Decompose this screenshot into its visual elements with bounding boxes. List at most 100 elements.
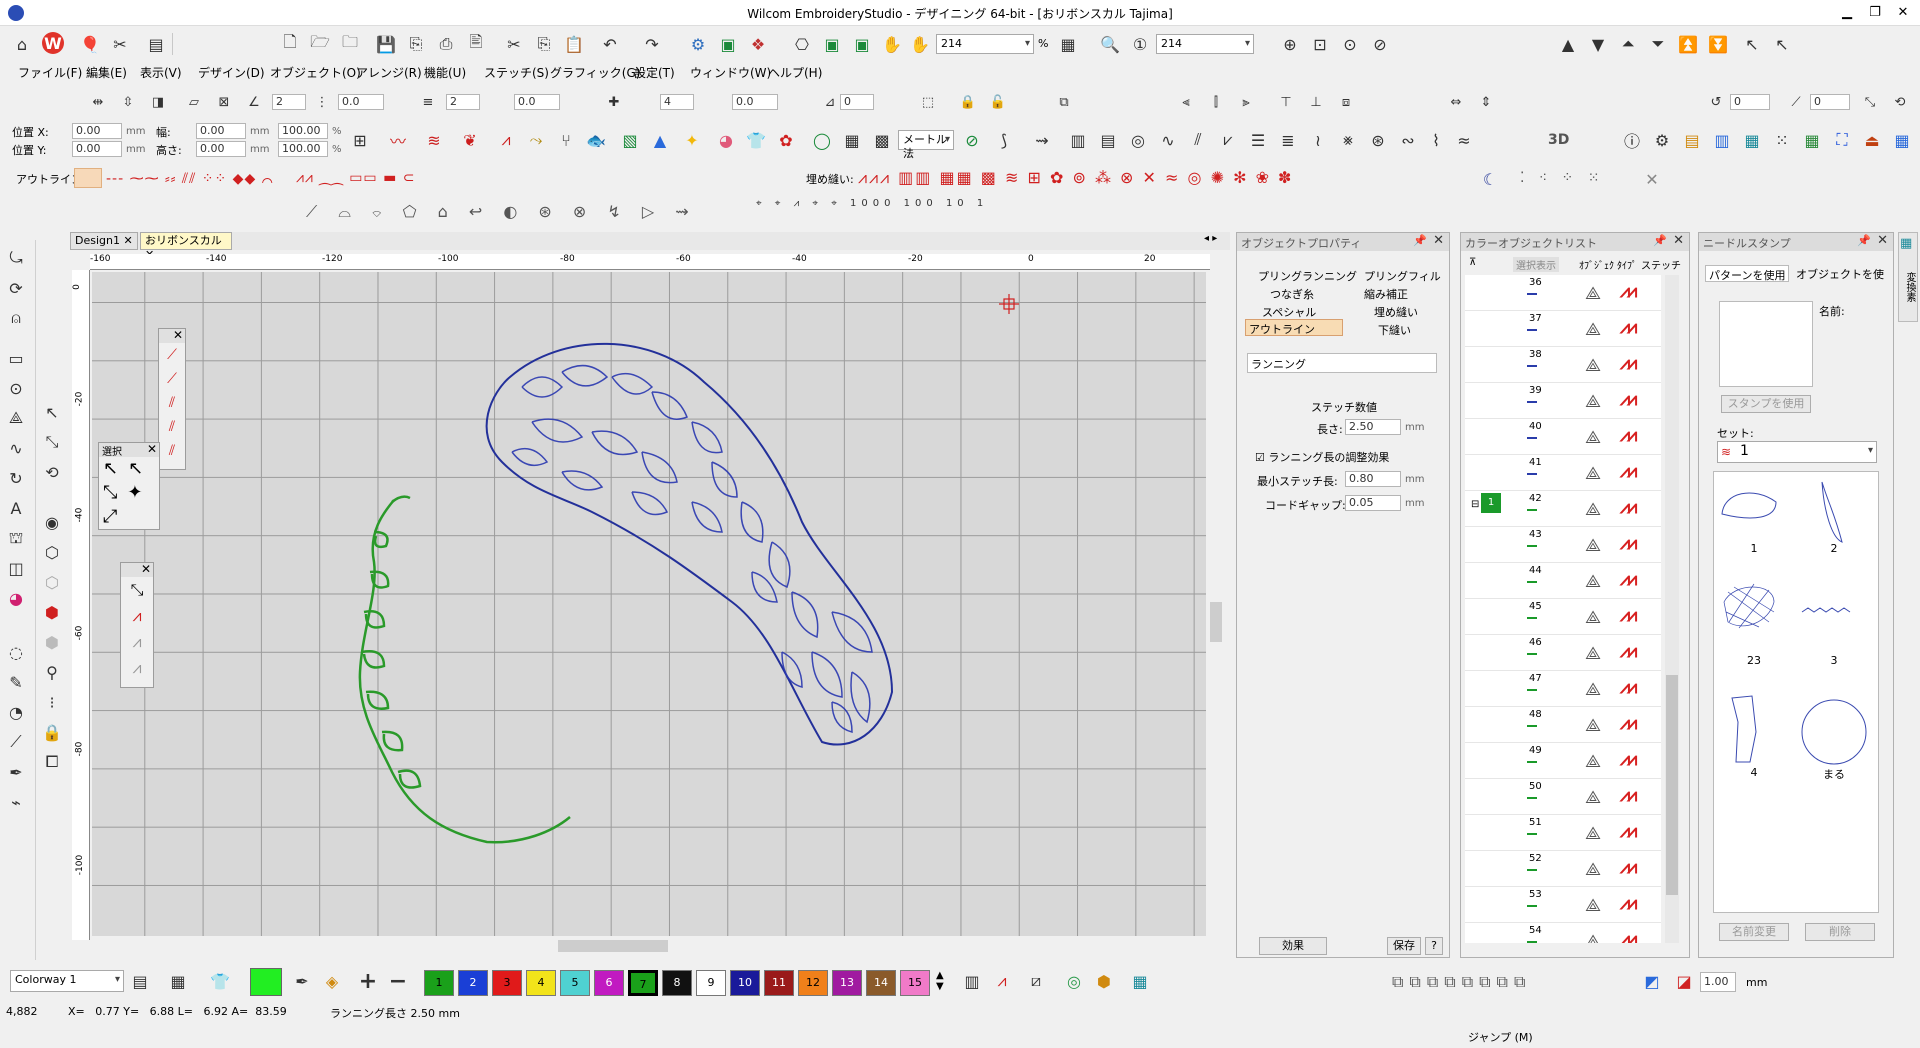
rotate-left-icon[interactable]: ◨ — [148, 92, 168, 112]
stamp-gallery[interactable]: 1 2 23 3 4 まる — [1713, 471, 1879, 913]
use-stamp-button[interactable]: スタンプを使用 — [1721, 395, 1811, 413]
open-recent-icon[interactable]: 🗀 — [338, 32, 362, 56]
print-preview-icon[interactable]: 🖹 — [464, 32, 488, 56]
yarn-icon[interactable]: ⟆ — [992, 128, 1016, 152]
applique-left-icon[interactable]: ◕ — [4, 586, 28, 610]
green-square-icon[interactable]: ▣ — [820, 32, 844, 56]
select-sequence-icon[interactable]: ↖ — [1770, 32, 1794, 56]
current-color-swatch[interactable] — [250, 968, 282, 996]
stitch-type-field[interactable]: ランニング — [1247, 353, 1437, 373]
align-icon[interactable]: ⬚ — [918, 92, 938, 112]
tab-fill[interactable]: 埋め縫い — [1371, 303, 1421, 320]
help-button[interactable]: ? — [1425, 937, 1443, 955]
crescent-icon[interactable]: ☾ — [1478, 167, 1502, 191]
colorway-select[interactable]: Colorway 1 — [10, 970, 124, 992]
menu-design[interactable]: デザイン(D) — [198, 64, 265, 81]
row-spacing-icon[interactable]: ≡ — [418, 92, 438, 112]
show-selected-button[interactable]: 選択表示 — [1513, 257, 1559, 272]
move-up-icon[interactable]: ▲ — [1556, 32, 1580, 56]
tab-travel[interactable]: つなぎ糸 — [1267, 285, 1317, 302]
color-swatch-8[interactable]: 8 — [662, 970, 692, 996]
menu-settings[interactable]: 設定(T) — [634, 64, 675, 81]
digitize-open-icon[interactable]: ⤿ — [4, 246, 28, 270]
zoom-combo-2[interactable]: 214 — [1156, 34, 1254, 54]
align-top-icon[interactable]: ⊤ — [1276, 92, 1296, 112]
pen2-icon[interactable]: ✒ — [4, 760, 28, 784]
angle-icon[interactable]: ∠ — [244, 92, 264, 112]
node-tools[interactable]: ⁚ ⁖ ⁘ ⁙ — [1520, 170, 1604, 186]
menu-view[interactable]: 表示(V) — [140, 64, 182, 81]
toolbar-value-7[interactable]: 0 — [840, 94, 874, 110]
stitch-list-icon[interactable]: ▥ — [960, 969, 984, 993]
tab-pull-running[interactable]: プリングランニング — [1255, 267, 1360, 284]
collapse-all-icon[interactable]: ⊼ — [1469, 257, 1476, 268]
color-swatch-14[interactable]: 14 — [866, 970, 896, 996]
toolbar-value-3[interactable]: 2 — [446, 94, 480, 110]
menu-graphic[interactable]: グラフィック(G) — [550, 64, 640, 81]
close-float-1[interactable]: ✕ — [173, 328, 183, 342]
transform-icon[interactable]: ⟲ — [40, 460, 64, 484]
unit-select[interactable]: メートル法 — [898, 130, 954, 160]
reshape-icon[interactable]: ⤡ — [1860, 92, 1880, 112]
wave-icon[interactable]: ∿ — [1156, 128, 1180, 152]
stitch-player-icon[interactable]: ▣ — [716, 32, 740, 56]
digitize-shape-icon[interactable]: ⍝ — [4, 306, 28, 330]
zigzag-icon[interactable]: ⩘ — [494, 128, 518, 152]
stitch-count-tools[interactable]: ⌖ ⌖ ⩘ ⌖ ⌖ 1000 100 10 1 — [756, 198, 988, 209]
length-field[interactable]: 2.50 — [1345, 419, 1401, 435]
home-icon[interactable]: ⌂ — [10, 32, 34, 56]
close-properties-button[interactable]: ✕ — [1433, 233, 1444, 248]
color-swatch-11[interactable]: 11 — [764, 970, 794, 996]
first-icon[interactable]: ⏫ — [1676, 32, 1700, 56]
cut-icon[interactable]: ✂ — [502, 32, 526, 56]
menu-edit[interactable]: 編集(E) — [86, 64, 127, 81]
reshape-tools[interactable]: ⟋ ⌓ ⌔ ⬠ ⌂ ↩ ◐ ⊛ ⊗ ↯ ▷ ⇝ — [306, 202, 697, 222]
tab-scroll-arrows[interactable]: ◂ ▸ — [1204, 233, 1217, 244]
wilcom-logo-icon[interactable]: W — [42, 32, 64, 54]
last-icon[interactable]: ⏬ — [1706, 32, 1730, 56]
scale-h-field[interactable]: 100.00 — [278, 141, 328, 157]
rename-button[interactable]: 名前変更 — [1719, 923, 1789, 941]
digitize-closed-icon[interactable]: ⟳ — [4, 276, 28, 300]
menu-help[interactable]: ヘルプ(H) — [768, 64, 822, 81]
wave4-icon[interactable]: ≈ — [1452, 128, 1476, 152]
save-icon[interactable]: 💾 — [374, 32, 398, 56]
skew-icon[interactable]: ▱ — [184, 92, 204, 112]
needle-icon[interactable]: ⇝ — [1030, 128, 1054, 152]
eyedropper-icon[interactable]: ✒ — [290, 969, 314, 993]
spool-icon[interactable]: ▦ — [1740, 128, 1764, 152]
hex-red-icon[interactable]: ⬢ — [40, 600, 64, 624]
zoom-icon[interactable]: 🔍 — [1098, 32, 1122, 56]
toolbar-value-1[interactable]: 2 — [272, 94, 306, 110]
lock-proportion-icon[interactable]: ⊞ — [348, 128, 372, 152]
lock-icon[interactable]: 🔒 — [958, 92, 978, 112]
scale-w-field[interactable]: 100.00 — [278, 123, 328, 139]
menu-file[interactable]: ファイル(F) — [18, 64, 82, 81]
delete-button[interactable]: 削除 — [1805, 923, 1875, 941]
close-float-2[interactable]: ✕ — [147, 442, 157, 456]
zigzag2-icon[interactable]: ⩗ — [1216, 128, 1240, 152]
dots-icon[interactable]: ⁝ — [40, 690, 64, 714]
grid2-icon[interactable]: ▩ — [870, 128, 894, 152]
people-icon[interactable]: ⛶ — [1830, 128, 1854, 152]
color-swatch-4[interactable]: 4 — [526, 970, 556, 996]
measure-icon[interactable]: ⊿ — [820, 92, 840, 112]
tools-icon[interactable]: ✂ — [108, 32, 132, 56]
grid-icon[interactable]: ▦ — [840, 128, 864, 152]
dots-grid-icon[interactable]: ⁙ — [1770, 128, 1794, 152]
zoom-factor-icon[interactable]: ▦ — [1056, 32, 1080, 56]
crossing-icon[interactable]: ⨳ — [1336, 128, 1360, 152]
mirror-h-icon[interactable]: ⇹ — [88, 92, 108, 112]
toolbar-value-6[interactable]: 0.0 — [732, 94, 778, 110]
table-icon[interactable]: ▦ — [1890, 128, 1914, 152]
open-file-icon[interactable]: 🗁 — [308, 32, 332, 56]
hex3-icon[interactable]: ⬢ — [40, 630, 64, 654]
cord-gap-field[interactable]: 0.05 — [1345, 495, 1401, 511]
print-icon[interactable]: ⎙ — [434, 32, 458, 56]
ellipse-icon[interactable]: ⊙ — [4, 376, 28, 400]
paste-icon[interactable]: 📋 — [562, 32, 586, 56]
feather-icon[interactable]: ⫽ — [1186, 128, 1210, 152]
zoom-1to1-icon[interactable]: ① — [1128, 32, 1152, 56]
thread-chart-icon[interactable]: ▤ — [1680, 128, 1704, 152]
outline-types[interactable]: ‐‐‐ ⁓⁓ ⸗⸗ ⫽⫽ ⁘⁘ ◆◆ ⌒ — [106, 170, 274, 187]
